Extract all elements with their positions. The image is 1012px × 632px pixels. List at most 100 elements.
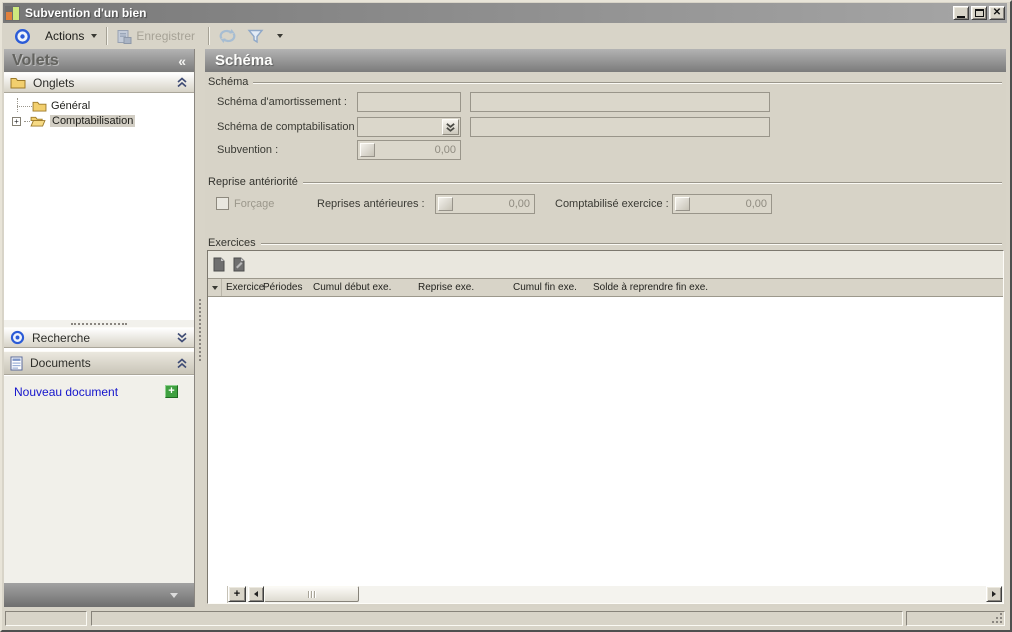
folder-closed-icon (32, 100, 47, 112)
onglets-tree: Général + Comptabilisation (4, 93, 194, 320)
main-toolbar: Actions Enregistrer (3, 23, 1007, 49)
title-bar[interactable]: Subvention d'un bien ✕ (3, 3, 1007, 23)
status-panel-right (906, 611, 1005, 626)
caret-down-icon (170, 593, 178, 598)
toolbar-dropdown-button[interactable] (269, 25, 288, 47)
tree-item-comptabilisation[interactable]: + Comptabilisation (4, 114, 194, 128)
combo-dropdown-button[interactable] (442, 119, 459, 135)
add-row-button[interactable]: + (228, 586, 246, 602)
sidebar-horizontal-splitter[interactable] (4, 320, 194, 327)
sidebar-splitter[interactable] (195, 49, 205, 607)
caret-down-icon (212, 286, 218, 290)
grid-header-row: Exercice Périodes Cumul début exe. Repri… (208, 278, 1003, 297)
group-label-exercices: Exercices (208, 237, 261, 249)
column-header-exercice[interactable]: Exercice (226, 282, 264, 293)
grid-corner-cell (208, 586, 228, 603)
group-label-schema: Schéma (208, 76, 253, 88)
collapse-sidebar-button[interactable]: « (178, 53, 194, 69)
calculator-button (438, 197, 453, 211)
amortissement-label: Schéma d'amortissement : (217, 96, 347, 108)
filter-icon (247, 29, 264, 44)
maximize-button[interactable] (971, 6, 987, 20)
page-title: Schéma (205, 52, 273, 69)
refresh-button[interactable] (213, 25, 242, 47)
column-header-reprise[interactable]: Reprise exe. (418, 282, 474, 293)
grid-document-button (211, 255, 226, 274)
status-panel-left (5, 611, 87, 626)
panel-label-onglets: Onglets (33, 76, 176, 90)
column-header-cumul-debut[interactable]: Cumul début exe. (313, 282, 391, 293)
comptabilisation-name-field (470, 117, 770, 137)
document-edit-icon (233, 257, 245, 272)
column-header-periodes[interactable]: Périodes (263, 282, 302, 293)
tree-item-label: Général (51, 100, 90, 112)
chevron-up-double-icon[interactable] (176, 77, 188, 88)
page-header: Schéma (205, 49, 1006, 72)
group-divider (253, 82, 1002, 84)
chevron-down-double-icon[interactable] (176, 332, 188, 343)
refresh-icon (218, 28, 237, 44)
calculator-button (675, 197, 690, 211)
resize-grip[interactable] (1000, 621, 1002, 623)
tree-item-label: Comptabilisation (50, 115, 135, 127)
minimize-button[interactable] (953, 6, 969, 20)
new-document-link[interactable]: Nouveau document (14, 385, 118, 399)
expand-plus-icon[interactable]: + (12, 117, 21, 126)
actions-label: Actions (45, 29, 84, 43)
tree-connector (17, 106, 32, 107)
row-selector-header[interactable] (208, 279, 222, 296)
main-panel: Schéma Schéma Schéma d'amortissement : S… (205, 49, 1006, 607)
splitter-grip (199, 299, 201, 361)
save-label: Enregistrer (136, 29, 195, 43)
close-button[interactable]: ✕ (989, 6, 1005, 20)
caret-down-icon (277, 34, 283, 38)
grid-body-empty (208, 297, 1003, 586)
comptabilisation-combo (357, 117, 461, 137)
subvention-value: 0,00 (435, 144, 456, 156)
arrow-right-icon (992, 591, 996, 597)
app-icon (5, 6, 20, 21)
actions-button[interactable]: Actions (36, 25, 102, 47)
panel-header-onglets[interactable]: Onglets (4, 72, 194, 93)
sidebar-header: Volets « (4, 49, 194, 72)
forcage-checkbox (216, 197, 229, 210)
column-header-solde[interactable]: Solde à reprendre fin exe. (593, 282, 708, 293)
bullseye-icon (9, 25, 36, 47)
reprises-value: 0,00 (509, 198, 530, 210)
filter-button[interactable] (242, 25, 269, 47)
caret-down-icon (91, 34, 97, 38)
tree-item-general[interactable]: Général (4, 99, 194, 113)
folder-icon (10, 76, 26, 89)
exercices-grid: Exercice Périodes Cumul début exe. Repri… (207, 250, 1004, 604)
comptabilisation-label: Schéma de comptabilisation : (217, 121, 361, 133)
bullseye-icon (10, 330, 25, 345)
panel-header-recherche[interactable]: Recherche (4, 327, 194, 348)
group-reprise: Reprise antériorité (208, 176, 1002, 188)
window-title: Subvention d'un bien (25, 6, 953, 20)
scrollbar-thumb[interactable] (264, 586, 359, 602)
grid-scroll-row: + (208, 586, 1003, 603)
chevron-up-double-icon[interactable] (176, 358, 188, 369)
save-icon (116, 29, 132, 44)
toolbar-separator (208, 27, 209, 45)
toolbar-separator (106, 27, 107, 45)
comptabilise-label: Comptabilisé exercice : (555, 198, 669, 210)
scroll-left-button[interactable] (248, 586, 264, 602)
grid-document-edit-button (231, 255, 246, 274)
add-document-button[interactable]: + (165, 385, 178, 398)
sidebar-bottom-bar[interactable] (4, 583, 194, 607)
panel-label-documents: Documents (30, 356, 176, 370)
arrow-left-icon (254, 591, 258, 597)
sidebar-volets: Volets « Onglets (4, 49, 195, 607)
calculator-button (360, 143, 375, 157)
sidebar-title: Volets (4, 52, 178, 70)
comptabilise-field: 0,00 (672, 194, 772, 214)
scroll-right-button[interactable] (986, 586, 1002, 602)
panel-label-recherche: Recherche (32, 331, 176, 345)
forcage-label: Forçage (234, 198, 274, 210)
group-divider (303, 182, 1002, 184)
reprises-label: Reprises antérieures : (317, 198, 425, 210)
column-header-cumul-fin[interactable]: Cumul fin exe. (513, 282, 577, 293)
panel-header-documents[interactable]: Documents (4, 351, 194, 375)
folder-open-icon (30, 115, 46, 127)
